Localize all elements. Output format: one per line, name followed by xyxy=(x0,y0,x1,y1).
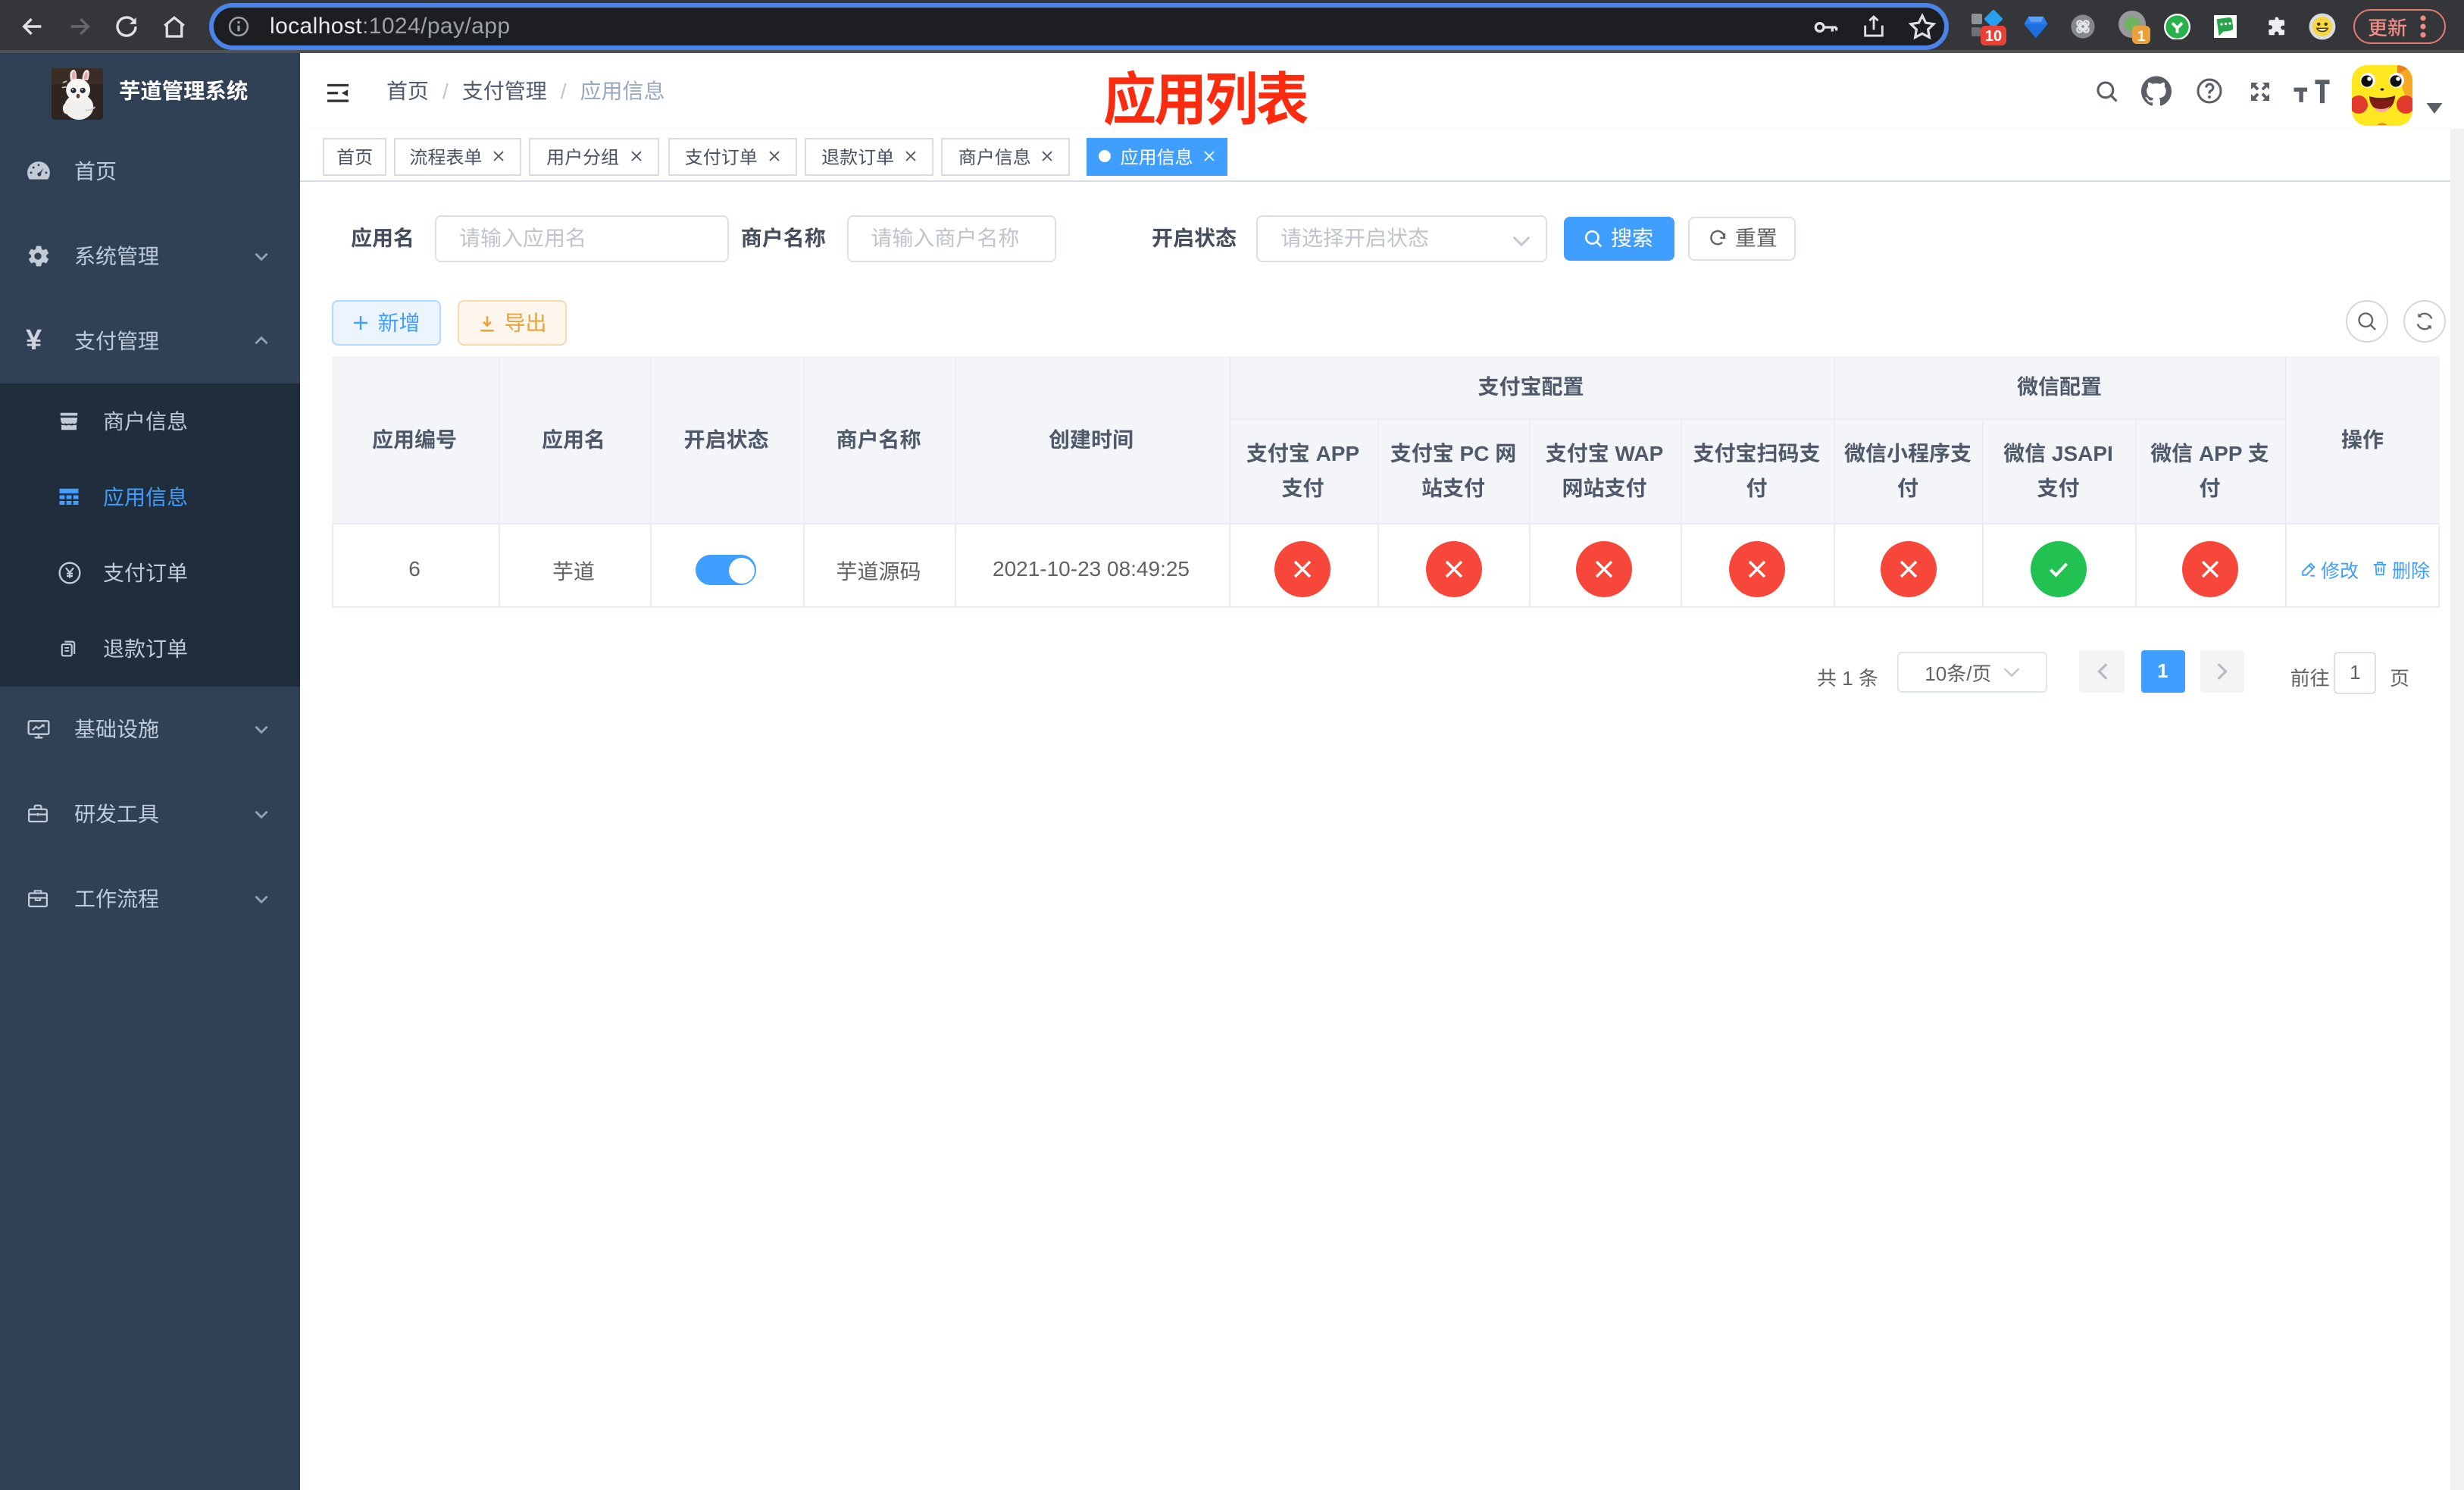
svg-text:10: 10 xyxy=(1985,27,2002,44)
svg-text:1: 1 xyxy=(2137,28,2145,44)
